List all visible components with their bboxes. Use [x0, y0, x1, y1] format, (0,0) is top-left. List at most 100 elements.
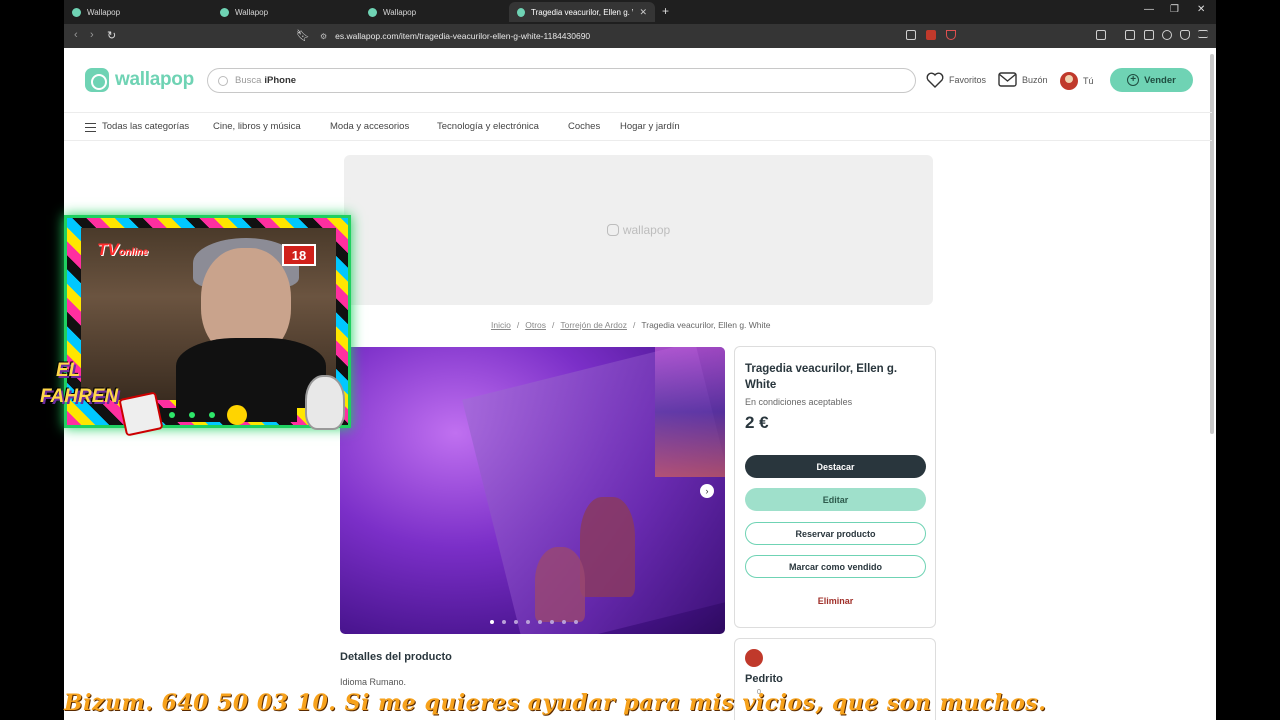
carousel-dot[interactable]	[502, 620, 506, 624]
mail-icon	[998, 72, 1017, 87]
marcar-vendido-button[interactable]: Marcar como vendido	[745, 555, 926, 578]
wallapop-logo[interactable]: wallapop	[85, 68, 194, 92]
close-window-icon[interactable]: ✕	[1197, 4, 1205, 15]
details-text: Idioma Rumano.	[340, 677, 407, 687]
category-cine-libros[interactable]: Cine, libros y música	[213, 121, 301, 132]
category-coches[interactable]: Coches	[568, 121, 600, 132]
destacar-button[interactable]: Destacar	[745, 455, 926, 478]
profile-label: Tú	[1083, 76, 1094, 86]
product-photo[interactable]: ›	[340, 347, 725, 634]
cast-icon[interactable]	[906, 30, 916, 40]
seller-avatar[interactable]	[745, 649, 763, 667]
editar-button[interactable]: Editar	[745, 488, 926, 511]
next-image-button[interactable]: ›	[700, 484, 714, 498]
search-placeholder: Busca	[235, 75, 262, 86]
close-tab-icon[interactable]: ✕	[639, 7, 647, 18]
product-card: Tragedia veacurilor, Ellen g. White En c…	[734, 346, 936, 628]
bookmark-icon[interactable]: 🔖︎	[296, 29, 310, 42]
category-nav: Todas las categorías Cine, libros y músi…	[64, 112, 1212, 141]
address-bar: ‹ › ↻ 🔖︎ ⚙ es.wallapop.com/item/tragedia…	[64, 24, 1216, 48]
site-info-icon[interactable]: ⚙	[320, 32, 327, 41]
favoritos-link[interactable]: Favoritos	[926, 72, 986, 88]
vpn-icon[interactable]	[1180, 30, 1190, 40]
forward-icon[interactable]: ›	[90, 29, 94, 41]
new-tab-button[interactable]: +	[662, 4, 669, 18]
breadcrumb-separator: /	[516, 320, 520, 330]
ad-logo-text: wallapop	[622, 223, 671, 237]
search-input[interactable]: Busca iPhone	[207, 68, 916, 93]
search-icon	[218, 75, 228, 86]
logo-text: wallapop	[115, 69, 194, 90]
photo-figure	[535, 547, 585, 622]
buzon-label: Buzón	[1022, 74, 1048, 85]
category-moda[interactable]: Moda y accesorios	[330, 121, 409, 132]
wallapop-logo-icon	[85, 68, 109, 92]
wallapop-favicon-icon	[517, 7, 526, 17]
product-condition: En condiciones aceptables	[745, 397, 853, 407]
tab-bar: Wallapop Wallapop Wallapop Tragedia veac…	[64, 0, 1216, 24]
tab-label: Tragedia veacurilor, Ellen g. Whi	[531, 7, 633, 17]
favoritos-label: Favoritos	[949, 75, 987, 85]
tab-label: Wallapop	[87, 7, 121, 17]
astronaut-icon	[305, 375, 345, 430]
sidebar-icon[interactable]	[1125, 30, 1135, 40]
breadcrumb-current: Tragedia veacurilor, Ellen g. White	[641, 320, 771, 330]
screen: Wallapop Wallapop Wallapop Tragedia veac…	[0, 0, 1280, 720]
wallapop-logo-icon	[606, 224, 619, 236]
joystick-icon	[118, 391, 164, 437]
carousel-dot[interactable]	[526, 620, 530, 624]
carousel-dot[interactable]	[514, 620, 518, 624]
search-suggestion: iPhone	[264, 75, 297, 86]
buzon-link[interactable]: Buzón	[998, 72, 1048, 87]
tv-sub-label: online	[118, 247, 149, 258]
carousel-dot[interactable]	[538, 620, 542, 624]
back-icon[interactable]: ‹	[74, 29, 78, 41]
leo-ai-icon[interactable]	[1162, 30, 1172, 40]
tv-online-badge: TVonline	[97, 240, 148, 260]
tab-wallapop-1[interactable]: Wallapop	[64, 2, 212, 22]
wallapop-favicon-icon	[368, 7, 377, 17]
carousel-dot[interactable]	[490, 620, 494, 624]
category-hogar[interactable]: Hogar y jardín	[620, 121, 680, 132]
brave-shield-icon[interactable]	[926, 30, 936, 40]
reservar-button[interactable]: Reservar producto	[745, 522, 926, 545]
screenshot-icon[interactable]	[1096, 30, 1106, 40]
carousel-dot[interactable]	[574, 620, 578, 624]
menu-hamburger-icon[interactable]	[85, 123, 96, 132]
restore-icon[interactable]: ❐	[1170, 4, 1179, 15]
breadcrumb-otros[interactable]: Otros	[525, 320, 546, 330]
age-rating-badge: 18	[282, 244, 316, 266]
profile-link[interactable]: Tú	[1060, 72, 1094, 90]
tv-label: TV	[97, 240, 119, 259]
heart-icon	[926, 72, 944, 88]
wallapop-favicon-icon	[72, 7, 81, 17]
logo-line-1: EL	[56, 360, 81, 381]
product-title: Tragedia veacurilor, Ellen g. White	[745, 363, 898, 391]
eliminar-button[interactable]: Eliminar	[745, 596, 926, 606]
url-text: es.wallapop.com/item/tragedia-veacurilor…	[335, 31, 591, 41]
logo-line-2: FAHREN	[40, 386, 119, 407]
rewards-icon[interactable]	[946, 30, 956, 40]
wallet-icon[interactable]	[1144, 30, 1154, 40]
carousel-dots	[490, 620, 578, 624]
carousel-dot[interactable]	[550, 620, 554, 624]
minimize-icon[interactable]: —	[1144, 4, 1154, 15]
el-fahren-logo: EL FAHREN	[28, 350, 138, 440]
reload-icon[interactable]: ↻	[107, 29, 116, 42]
tab-active-product[interactable]: Tragedia veacurilor, Ellen g. Whi ✕	[509, 2, 655, 22]
tab-wallapop-2[interactable]: Wallapop	[212, 2, 360, 22]
carousel-dot[interactable]	[562, 620, 566, 624]
breadcrumb: Inicio / Otros / Torrejón de Ardoz / Tra…	[491, 320, 771, 330]
breadcrumb-inicio[interactable]: Inicio	[491, 320, 511, 330]
breadcrumb-location[interactable]: Torrejón de Ardoz	[560, 320, 627, 330]
wallapop-favicon-icon	[220, 7, 229, 17]
seller-name[interactable]: Pedrito	[745, 673, 783, 685]
category-tecnologia[interactable]: Tecnología y electrónica	[437, 121, 539, 132]
tab-wallapop-3[interactable]: Wallapop	[360, 2, 508, 22]
product-price: 2 €	[745, 413, 769, 432]
vender-button[interactable]: + Vender	[1110, 68, 1193, 92]
avatar	[1060, 72, 1078, 90]
menu-icon[interactable]	[1198, 30, 1208, 38]
category-all[interactable]: Todas las categorías	[102, 121, 189, 132]
photo-background	[655, 347, 725, 477]
